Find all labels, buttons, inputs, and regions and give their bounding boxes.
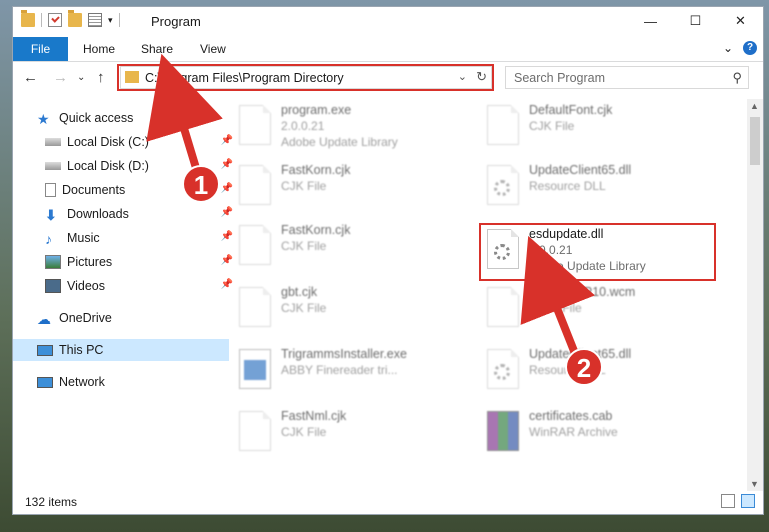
callout-1: 1 [182, 165, 220, 203]
arrow-2 [520, 235, 595, 358]
annotation-arrows [146, 53, 595, 358]
arrow-1 [146, 53, 223, 170]
callout-2: 2 [565, 348, 603, 386]
